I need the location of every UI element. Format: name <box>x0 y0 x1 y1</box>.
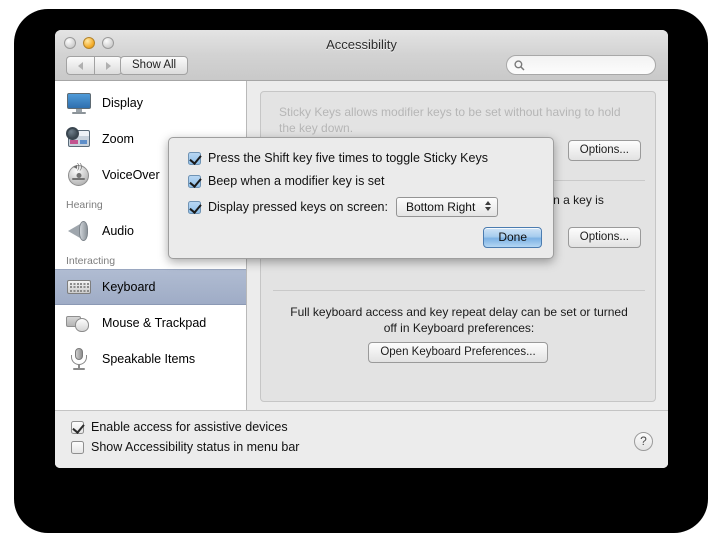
shift-toggle-label: Press the Shift key five times to toggle… <box>208 151 488 165</box>
mouse-trackpad-icon <box>66 310 92 336</box>
menubar-status-checkbox[interactable] <box>71 440 84 454</box>
slow-keys-options-button[interactable]: Options... <box>567 227 641 248</box>
open-keyboard-preferences-button[interactable]: Open Keyboard Preferences... <box>368 342 548 363</box>
voiceover-icon: ◂)) <box>66 162 92 188</box>
triangle-right-icon <box>105 61 111 70</box>
audio-speaker-icon <box>66 218 92 244</box>
sidebar-item-label: VoiceOver <box>102 168 160 182</box>
sticky-keys-options-button[interactable]: Options... <box>567 140 641 161</box>
sidebar-item-label: Zoom <box>102 132 134 146</box>
sidebar-item-mouse-trackpad[interactable]: Mouse & Trackpad <box>55 305 246 341</box>
forward-button[interactable] <box>94 56 122 75</box>
assistive-devices-label: Enable access for assistive devices <box>91 420 288 434</box>
footer-divider <box>55 410 668 411</box>
popover-option-beep-row[interactable]: Beep when a modifier key is set <box>188 174 384 188</box>
sticky-keys-options-popover: Press the Shift key five times to toggle… <box>168 137 554 259</box>
panel-divider-2 <box>273 290 645 291</box>
window-body: Display Zoom ◂)) VoiceOver Hearing Audio… <box>55 81 668 468</box>
assistive-devices-row[interactable]: Enable access for assistive devices <box>71 420 288 434</box>
sidebar-item-label: Audio <box>102 224 134 238</box>
sidebar-item-display[interactable]: Display <box>55 85 246 121</box>
page-title: Accessibility <box>326 37 397 52</box>
key-position-value: Bottom Right <box>405 200 476 214</box>
accessibility-window: Accessibility Show All Display Zoom ◂)) … <box>55 30 668 468</box>
sidebar-item-label: Keyboard <box>102 280 156 294</box>
shift-toggle-checkbox[interactable] <box>188 151 201 165</box>
display-icon <box>66 90 92 116</box>
show-all-button[interactable]: Show All <box>120 56 189 75</box>
help-button[interactable]: ? <box>634 432 653 451</box>
nav-button-group <box>66 56 122 75</box>
sticky-keys-description: Sticky Keys allows modifier keys to be s… <box>279 105 621 135</box>
sidebar-item-label: Speakable Items <box>102 352 196 366</box>
menubar-status-label: Show Accessibility status in menu bar <box>91 440 300 454</box>
display-pressed-keys-label: Display pressed keys on screen: <box>208 200 388 214</box>
search-icon <box>514 59 525 71</box>
sidebar-item-label: Mouse & Trackpad <box>102 316 207 330</box>
open-keyboard-prefs-wrap: Open Keyboard Preferences... <box>261 342 655 363</box>
key-position-select[interactable]: Bottom Right <box>395 197 499 217</box>
keyboard-icon <box>66 274 92 300</box>
sidebar-item-speakable-items[interactable]: Speakable Items <box>55 341 246 377</box>
keyboard-prefs-description: Full keyboard access and key repeat dela… <box>290 305 628 335</box>
beep-modifier-label: Beep when a modifier key is set <box>208 174 385 188</box>
done-button[interactable]: Done <box>483 227 542 248</box>
sidebar-item-label: Display <box>102 96 143 110</box>
window-footer: Enable access for assistive devices Show… <box>55 410 668 468</box>
zoom-icon <box>66 126 92 152</box>
display-pressed-keys-checkbox[interactable] <box>188 200 201 214</box>
stepper-arrows-icon[interactable] <box>485 201 492 211</box>
back-button[interactable] <box>66 56 94 75</box>
beep-modifier-checkbox[interactable] <box>188 174 201 188</box>
popover-option-display-keys-row[interactable]: Display pressed keys on screen: Bottom R… <box>188 197 499 217</box>
microphone-icon <box>66 346 92 372</box>
sidebar-item-keyboard[interactable]: Keyboard <box>55 269 246 305</box>
search-input[interactable] <box>529 59 649 71</box>
window-titlebar: Accessibility Show All <box>55 30 668 81</box>
search-field[interactable] <box>506 55 656 75</box>
menubar-status-row[interactable]: Show Accessibility status in menu bar <box>71 440 299 454</box>
popover-option-shift-toggle-row[interactable]: Press the Shift key five times to toggle… <box>188 151 488 165</box>
assistive-devices-checkbox[interactable] <box>71 420 84 434</box>
triangle-left-icon <box>78 61 83 70</box>
